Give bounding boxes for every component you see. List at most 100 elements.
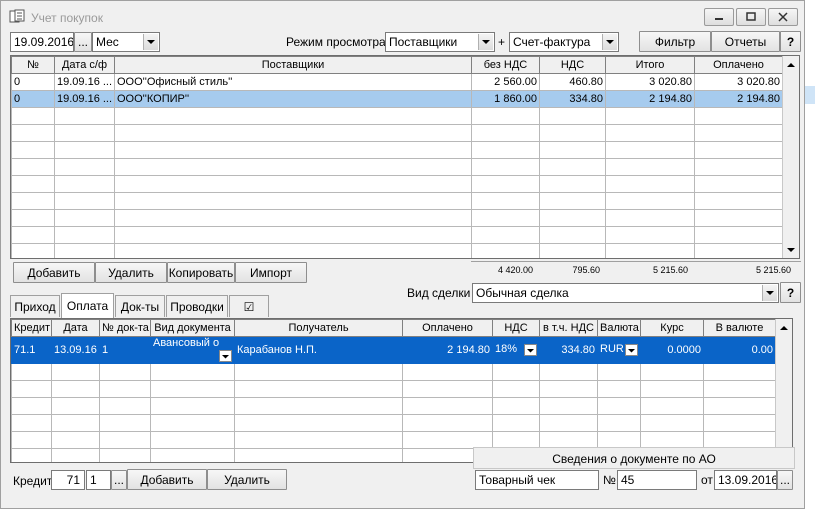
- date-field[interactable]: 19.09.2016: [10, 32, 74, 52]
- cell-total[interactable]: 2 194.80: [605, 90, 695, 108]
- minimize-button[interactable]: [704, 8, 734, 26]
- col-header[interactable]: Получатель: [234, 319, 403, 337]
- empty-row[interactable]: [11, 226, 783, 244]
- cell-date[interactable]: 19.09.16 ...: [54, 90, 115, 108]
- empty-row[interactable]: [11, 124, 783, 142]
- cell-num[interactable]: 0: [11, 73, 55, 91]
- empty-row[interactable]: [11, 175, 783, 193]
- cell-rate[interactable]: 0.0000: [640, 336, 704, 364]
- cell-date[interactable]: 19.09.16 ...: [54, 73, 115, 91]
- chevron-down-icon[interactable]: [625, 344, 638, 356]
- cell-paid[interactable]: 2 194.80: [694, 90, 783, 108]
- col-header[interactable]: Оплачено: [694, 56, 783, 74]
- col-header[interactable]: №: [11, 56, 55, 74]
- credit-account-field[interactable]: 71: [51, 470, 85, 490]
- suppliers-grid[interactable]: № Дата с/ф Поставщики без НДС НДС Итого …: [10, 55, 800, 259]
- date-picker-button[interactable]: ...: [74, 32, 92, 52]
- cell-supplier[interactable]: ООО''КОПИР'': [114, 90, 472, 108]
- tab-income[interactable]: Приход: [10, 295, 60, 317]
- col-header[interactable]: Дата: [51, 319, 100, 337]
- empty-row[interactable]: [11, 380, 776, 398]
- empty-row[interactable]: [11, 209, 783, 227]
- tab-docs[interactable]: Док-ты: [115, 295, 165, 317]
- scroll-up-icon[interactable]: [783, 56, 799, 73]
- cell-net[interactable]: 2 560.00: [471, 73, 540, 91]
- empty-row[interactable]: [11, 363, 776, 381]
- maximize-button[interactable]: [736, 8, 766, 26]
- empty-row[interactable]: [11, 431, 776, 449]
- deal-help-button[interactable]: ?: [780, 282, 801, 303]
- credit-subaccount-field[interactable]: 1: [86, 470, 111, 490]
- import-button[interactable]: Импорт: [235, 262, 307, 283]
- tab-payment[interactable]: Оплата: [61, 293, 114, 318]
- cell-in-currency[interactable]: 0.00: [703, 336, 776, 364]
- col-header[interactable]: Итого: [605, 56, 695, 74]
- cell-paid[interactable]: 3 020.80: [694, 73, 783, 91]
- col-header[interactable]: Кредит: [11, 319, 52, 337]
- chevron-down-icon[interactable]: [143, 34, 158, 50]
- col-header[interactable]: Поставщики: [114, 56, 472, 74]
- ao-date-field[interactable]: 13.09.2016: [714, 470, 777, 490]
- ao-doc-kind-field[interactable]: Товарный чек: [475, 470, 599, 490]
- col-header[interactable]: Дата с/ф: [54, 56, 115, 74]
- help-button[interactable]: ?: [780, 31, 801, 52]
- table-row[interactable]: 0 19.09.16 ... ООО''Офисный стиль'' 2 56…: [11, 73, 783, 91]
- view-mode-select[interactable]: Поставщики: [385, 32, 495, 52]
- cell-docnum[interactable]: 1: [99, 336, 151, 364]
- payments-scrollbar[interactable]: [775, 319, 792, 462]
- cell-net[interactable]: 1 860.00: [471, 90, 540, 108]
- chevron-down-icon[interactable]: [478, 34, 493, 50]
- empty-row[interactable]: [11, 397, 776, 415]
- close-button[interactable]: [768, 8, 798, 26]
- payments-grid[interactable]: Кредит Дата № док-та Вид документа Получ…: [10, 318, 793, 463]
- ao-num-field[interactable]: 45: [617, 470, 697, 490]
- col-header[interactable]: Курс: [640, 319, 704, 337]
- col-header[interactable]: НДС: [539, 56, 606, 74]
- copy-button[interactable]: Копировать: [167, 262, 235, 283]
- empty-row[interactable]: [11, 243, 783, 258]
- col-header[interactable]: НДС: [492, 319, 540, 337]
- reports-button[interactable]: Отчеты: [711, 31, 780, 52]
- suppliers-scrollbar[interactable]: [782, 56, 799, 258]
- chevron-down-icon[interactable]: [219, 350, 232, 362]
- delete-button[interactable]: Удалить: [95, 262, 167, 283]
- empty-row[interactable]: [11, 107, 783, 125]
- doc-type-select[interactable]: Счет-фактура: [509, 32, 619, 52]
- cell-doctype[interactable]: Авансовый о: [150, 336, 235, 364]
- cell-num[interactable]: 0: [11, 90, 55, 108]
- col-header[interactable]: Оплачено: [402, 319, 493, 337]
- tab-postings[interactable]: Проводки: [166, 295, 228, 317]
- col-header[interactable]: Валюта: [597, 319, 641, 337]
- table-row-selected[interactable]: 0 19.09.16 ... ООО''КОПИР'' 1 860.00 334…: [11, 90, 783, 108]
- payment-delete-button[interactable]: Удалить: [207, 469, 287, 490]
- chevron-down-icon[interactable]: [524, 344, 537, 356]
- subaccount-picker-button[interactable]: ...: [111, 470, 127, 490]
- cell-vat[interactable]: 334.80: [539, 90, 606, 108]
- cell-currency[interactable]: RUR: [597, 336, 641, 364]
- cell-vat-incl[interactable]: 334.80: [539, 336, 598, 364]
- col-header[interactable]: Вид документа: [150, 319, 235, 337]
- empty-row[interactable]: [11, 192, 783, 210]
- chevron-down-icon[interactable]: [762, 285, 777, 301]
- tab-checkbox[interactable]: ☑: [229, 295, 269, 317]
- deal-kind-select[interactable]: Обычная сделка: [472, 283, 779, 303]
- cell-supplier[interactable]: ООО''Офисный стиль'': [114, 73, 472, 91]
- cell-date[interactable]: 13.09.16: [51, 336, 100, 364]
- cell-paid[interactable]: 2 194.80: [402, 336, 493, 364]
- period-select[interactable]: Мес: [92, 32, 160, 52]
- col-header[interactable]: в т.ч. НДС: [539, 319, 598, 337]
- col-header[interactable]: № док-та: [99, 319, 151, 337]
- cell-total[interactable]: 3 020.80: [605, 73, 695, 91]
- cell-vat-rate[interactable]: 18%: [492, 336, 540, 364]
- table-row-selected[interactable]: 71.1 13.09.16 1 Авансовый о Карабанов Н.…: [11, 336, 776, 364]
- payment-add-button[interactable]: Добавить: [127, 469, 207, 490]
- empty-row[interactable]: [11, 158, 783, 176]
- cell-recipient[interactable]: Карабанов Н.П.: [234, 336, 403, 364]
- scroll-up-icon[interactable]: [776, 319, 792, 336]
- empty-row[interactable]: [11, 414, 776, 432]
- chevron-down-icon[interactable]: [602, 34, 617, 50]
- col-header[interactable]: В валюте: [703, 319, 776, 337]
- cell-vat[interactable]: 460.80: [539, 73, 606, 91]
- cell-credit[interactable]: 71.1: [11, 336, 52, 364]
- col-header[interactable]: без НДС: [471, 56, 540, 74]
